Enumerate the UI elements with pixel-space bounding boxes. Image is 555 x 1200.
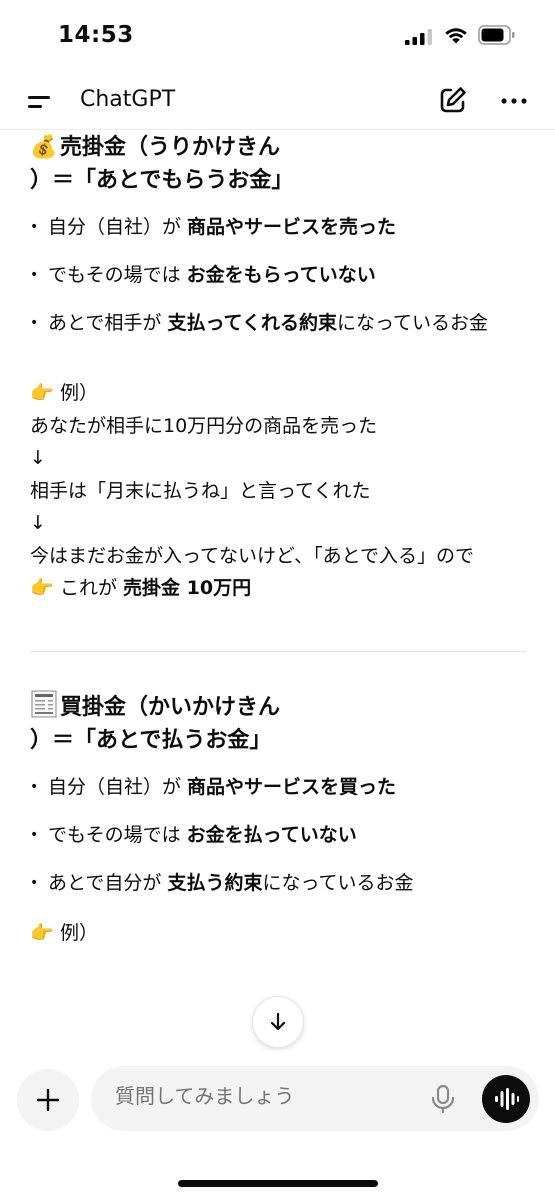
section-heading-urikakekin: 💰 売掛金（うりかけきん ）＝「あとでもらうお金」 bbox=[30, 131, 530, 197]
bullet-list: 自分（自社）が 商品やサービスを売った でもその場では お金をもらっていない あ… bbox=[30, 211, 530, 339]
status-time: 14:53 bbox=[58, 22, 134, 48]
example-line: あなたが相手に10万円分の商品を売った bbox=[30, 414, 378, 437]
status-bar: 14:53 bbox=[0, 0, 555, 74]
receipt-icon bbox=[31, 690, 57, 717]
section-divider bbox=[30, 650, 526, 652]
sidebar-menu-icon[interactable] bbox=[26, 88, 54, 116]
app-title: ChatGPT bbox=[80, 87, 176, 112]
list-item: 自分（自社）が 商品やサービスを売った bbox=[30, 211, 530, 243]
list-item: あとで自分が 支払う約束になっているお金 bbox=[30, 867, 530, 899]
example-line: 今はまだお金が入ってないけど、「あとで入る」ので bbox=[30, 544, 475, 567]
section-heading-kaikakekin: 買掛金（かいかけきん ）＝「あとで払うお金」 bbox=[30, 690, 530, 757]
down-arrow: ↓ bbox=[30, 447, 46, 469]
example-block: 👉 例） あなたが相手に10万円分の商品を売った ↓ 相手は「月末に払うね」と言っ… bbox=[30, 377, 530, 605]
assistant-message: 💰売掛金（うりかけきん ）＝「あとでもらうお金」 自分（自社）が 商品やサービス… bbox=[30, 131, 530, 949]
scroll-to-bottom-button[interactable] bbox=[252, 996, 304, 1048]
pointing-hand-icon: 👉 bbox=[30, 382, 54, 404]
down-arrow: ↓ bbox=[30, 512, 46, 534]
pointing-hand-icon: 👉 bbox=[30, 577, 54, 599]
example-line: 相手は「月末に払うね」と言ってくれた bbox=[30, 479, 371, 502]
list-item: 自分（自社）が 商品やサービスを買った bbox=[30, 771, 530, 803]
plus-icon bbox=[36, 1088, 60, 1112]
money-bag-icon: 💰 bbox=[30, 135, 58, 160]
voice-waveform-icon bbox=[495, 1088, 519, 1110]
message-input[interactable] bbox=[115, 1084, 415, 1108]
list-item: でもその場では お金を払っていない bbox=[30, 819, 530, 851]
arrow-down-icon bbox=[270, 1012, 286, 1031]
bullet-list: 自分（自社）が 商品やサービスを買った でもその場では お金を払っていない あと… bbox=[30, 771, 530, 899]
cellular-signal-icon bbox=[405, 29, 432, 45]
wifi-icon bbox=[445, 28, 467, 44]
list-item: あとで相手が 支払ってくれる約束になっているお金 bbox=[30, 307, 530, 339]
battery-icon bbox=[478, 25, 515, 45]
conclusion-line: 👉 これが 売掛金 10万円 bbox=[30, 572, 530, 605]
pointing-hand-icon: 👉 bbox=[30, 921, 54, 944]
new-chat-icon[interactable] bbox=[437, 84, 469, 116]
example-block: 👉 例） bbox=[30, 917, 530, 950]
home-indicator bbox=[178, 1180, 378, 1187]
app-header: ChatGPT bbox=[0, 74, 555, 130]
message-composer bbox=[91, 1066, 539, 1131]
voice-mode-button[interactable] bbox=[482, 1075, 530, 1123]
list-item: でもその場では お金をもらっていない bbox=[30, 259, 530, 291]
microphone-icon[interactable] bbox=[430, 1084, 456, 1114]
more-options-icon[interactable] bbox=[498, 86, 530, 116]
attach-button[interactable] bbox=[17, 1069, 79, 1131]
